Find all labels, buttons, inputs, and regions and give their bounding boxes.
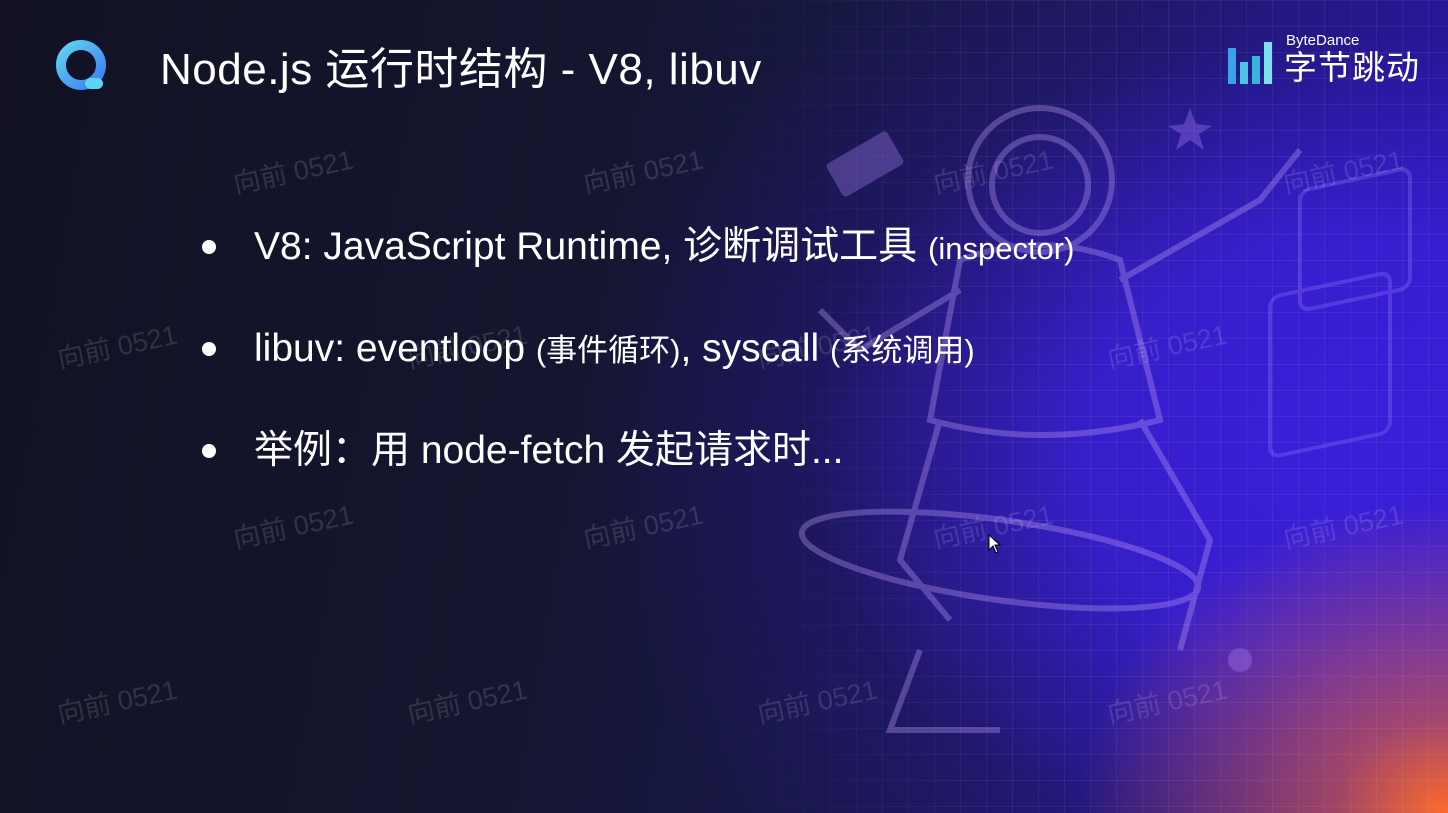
watermark: 向前 0521 — [404, 674, 530, 730]
bullet-note: (事件循环) — [535, 333, 681, 368]
bullet-dot — [202, 342, 216, 356]
watermark: 向前 0521 — [230, 499, 356, 555]
watermark: 向前 0521 — [230, 144, 356, 200]
bullet-main: V8: JavaScript Runtime, 诊断调试工具 — [254, 225, 929, 268]
bullet-main: 举例：用 node-fetch 发起请求时... — [254, 429, 844, 472]
mouse-cursor-icon — [988, 534, 1002, 554]
bullet-text: V8: JavaScript Runtime, 诊断调试工具 (inspecto… — [254, 218, 1074, 278]
bullet-note: (系统调用) — [830, 333, 975, 368]
bytedance-brand: ByteDance 字节跳动 — [1226, 32, 1422, 88]
bullet-main: libuv: eventloop — [254, 327, 536, 370]
watermark: 向前 0521 — [54, 674, 180, 730]
bullet-dot — [202, 240, 216, 254]
bullet-text: 举例：用 node-fetch 发起请求时... — [254, 422, 843, 480]
bullet-dot — [202, 444, 216, 458]
bytedance-bars-icon — [1228, 42, 1272, 84]
bullet-text: libuv: eventloop (事件循环), syscall (系统调用) — [254, 320, 975, 380]
bullet-note: (inspector) — [928, 231, 1075, 266]
watermark: 向前 0521 — [580, 499, 706, 555]
brand-name-cn: 字节跳动 — [1284, 49, 1420, 86]
watermark: 向前 0521 — [54, 319, 180, 375]
bullet-main: , syscall — [680, 327, 831, 370]
watermark: 向前 0521 — [580, 144, 706, 200]
astronaut-illustration — [798, 105, 1412, 733]
slide: 向前 0521 向前 0521 向前 0521 向前 0521 向前 0521 … — [0, 0, 1448, 813]
q-logo-icon — [56, 40, 106, 90]
page-title: Node.js 运行时结构 - V8, libuv — [160, 45, 762, 94]
